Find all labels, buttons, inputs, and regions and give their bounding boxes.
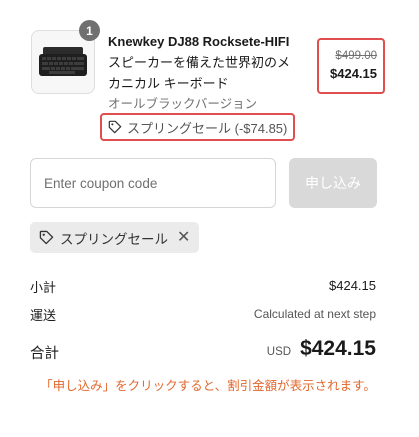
currency-code: USD [266,346,292,358]
discount-notice: 「申し込み」をクリックすると、割引金額が表示されます。 [40,379,376,393]
tag-icon [108,120,122,134]
price-highlight-box: $499.00 $424.15 [317,38,385,94]
apply-coupon-button[interactable]: 申し込み [289,158,377,208]
shipping-value: Calculated at next step [253,307,376,321]
applied-discount-tag: スプリングセール ✕ [30,222,200,253]
sale-price: $424.15 [330,66,377,81]
applied-discount-label: スプリングセール [60,231,168,247]
coupon-code-input[interactable] [30,158,276,208]
total-amount: USD $424.15 [267,337,376,361]
product-title: Knewkey DJ88 Rocksete-HIFI スピーカーを備えた世界初の… [108,31,298,94]
total-label: 合計 [30,346,59,362]
line-discount-highlight: スプリングセール (-$74.85) [100,113,296,141]
tag-icon [39,230,54,245]
subtotal-label: 小計 [30,280,57,295]
close-icon[interactable]: ✕ [177,229,190,246]
product-title-rest: スピーカーを備えた世界初のメカニカル キーボード [108,55,291,91]
quantity-badge: 1 [79,20,100,41]
line-discount-label: スプリングセール (-$74.85) [127,120,288,136]
product-title-bold: Knewkey DJ88 Rocksete-HIFI [108,34,290,49]
subtotal-value: $424.15 [329,278,376,293]
product-variant: オールブラックバージョン [108,97,258,111]
shipping-label: 運送 [30,308,57,323]
total-value: $424.15 [300,337,376,360]
keyboard-image [39,47,87,76]
original-price: $499.00 [335,50,377,62]
